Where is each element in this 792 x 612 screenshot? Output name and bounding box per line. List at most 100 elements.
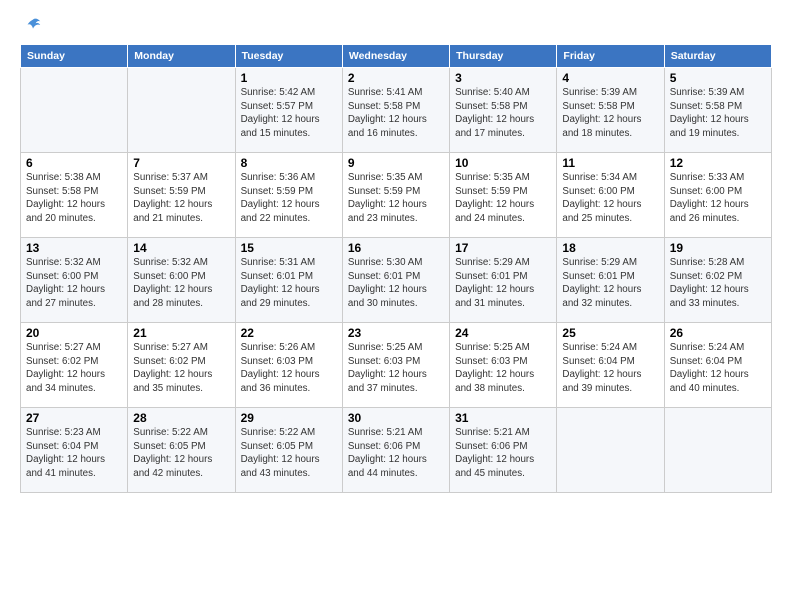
calendar-week-row: 6 Sunrise: 5:38 AMSunset: 5:58 PMDayligh… xyxy=(21,153,772,238)
calendar-day-cell: 9 Sunrise: 5:35 AMSunset: 5:59 PMDayligh… xyxy=(342,153,449,238)
day-number: 15 xyxy=(241,241,337,255)
day-info: Sunrise: 5:35 AMSunset: 5:59 PMDaylight:… xyxy=(348,172,427,224)
calendar-day-cell: 17 Sunrise: 5:29 AMSunset: 6:01 PMDaylig… xyxy=(450,238,557,323)
logo xyxy=(20,16,44,34)
calendar-day-cell: 31 Sunrise: 5:21 AMSunset: 6:06 PMDaylig… xyxy=(450,408,557,493)
calendar-day-cell: 5 Sunrise: 5:39 AMSunset: 5:58 PMDayligh… xyxy=(664,68,771,153)
logo-bird-icon xyxy=(24,16,42,34)
calendar-day-cell: 3 Sunrise: 5:40 AMSunset: 5:58 PMDayligh… xyxy=(450,68,557,153)
day-number: 29 xyxy=(241,411,337,425)
calendar-day-cell: 18 Sunrise: 5:29 AMSunset: 6:01 PMDaylig… xyxy=(557,238,664,323)
calendar-day-cell: 1 Sunrise: 5:42 AMSunset: 5:57 PMDayligh… xyxy=(235,68,342,153)
day-number: 21 xyxy=(133,326,229,340)
day-info: Sunrise: 5:24 AMSunset: 6:04 PMDaylight:… xyxy=(670,342,749,394)
calendar-day-cell xyxy=(557,408,664,493)
day-number: 5 xyxy=(670,71,766,85)
day-info: Sunrise: 5:39 AMSunset: 5:58 PMDaylight:… xyxy=(562,87,641,139)
calendar-day-cell: 8 Sunrise: 5:36 AMSunset: 5:59 PMDayligh… xyxy=(235,153,342,238)
calendar-day-cell: 24 Sunrise: 5:25 AMSunset: 6:03 PMDaylig… xyxy=(450,323,557,408)
day-number: 14 xyxy=(133,241,229,255)
day-info: Sunrise: 5:23 AMSunset: 6:04 PMDaylight:… xyxy=(26,427,105,479)
weekday-header: Tuesday xyxy=(235,45,342,68)
day-info: Sunrise: 5:29 AMSunset: 6:01 PMDaylight:… xyxy=(562,257,641,309)
calendar-header-row: SundayMondayTuesdayWednesdayThursdayFrid… xyxy=(21,45,772,68)
day-info: Sunrise: 5:37 AMSunset: 5:59 PMDaylight:… xyxy=(133,172,212,224)
day-info: Sunrise: 5:28 AMSunset: 6:02 PMDaylight:… xyxy=(670,257,749,309)
day-info: Sunrise: 5:38 AMSunset: 5:58 PMDaylight:… xyxy=(26,172,105,224)
day-number: 1 xyxy=(241,71,337,85)
weekday-header: Saturday xyxy=(664,45,771,68)
calendar-day-cell: 27 Sunrise: 5:23 AMSunset: 6:04 PMDaylig… xyxy=(21,408,128,493)
calendar-week-row: 27 Sunrise: 5:23 AMSunset: 6:04 PMDaylig… xyxy=(21,408,772,493)
day-info: Sunrise: 5:32 AMSunset: 6:00 PMDaylight:… xyxy=(133,257,212,309)
day-info: Sunrise: 5:25 AMSunset: 6:03 PMDaylight:… xyxy=(348,342,427,394)
day-info: Sunrise: 5:26 AMSunset: 6:03 PMDaylight:… xyxy=(241,342,320,394)
day-number: 20 xyxy=(26,326,122,340)
calendar-day-cell: 19 Sunrise: 5:28 AMSunset: 6:02 PMDaylig… xyxy=(664,238,771,323)
calendar-day-cell xyxy=(128,68,235,153)
day-number: 7 xyxy=(133,156,229,170)
calendar-day-cell: 4 Sunrise: 5:39 AMSunset: 5:58 PMDayligh… xyxy=(557,68,664,153)
calendar-day-cell: 10 Sunrise: 5:35 AMSunset: 5:59 PMDaylig… xyxy=(450,153,557,238)
day-number: 25 xyxy=(562,326,658,340)
day-info: Sunrise: 5:40 AMSunset: 5:58 PMDaylight:… xyxy=(455,87,534,139)
day-number: 27 xyxy=(26,411,122,425)
day-info: Sunrise: 5:21 AMSunset: 6:06 PMDaylight:… xyxy=(348,427,427,479)
day-number: 11 xyxy=(562,156,658,170)
day-number: 19 xyxy=(670,241,766,255)
calendar-day-cell: 16 Sunrise: 5:30 AMSunset: 6:01 PMDaylig… xyxy=(342,238,449,323)
weekday-header: Wednesday xyxy=(342,45,449,68)
day-info: Sunrise: 5:22 AMSunset: 6:05 PMDaylight:… xyxy=(241,427,320,479)
calendar-day-cell: 21 Sunrise: 5:27 AMSunset: 6:02 PMDaylig… xyxy=(128,323,235,408)
day-number: 31 xyxy=(455,411,551,425)
day-number: 2 xyxy=(348,71,444,85)
calendar-week-row: 20 Sunrise: 5:27 AMSunset: 6:02 PMDaylig… xyxy=(21,323,772,408)
day-info: Sunrise: 5:41 AMSunset: 5:58 PMDaylight:… xyxy=(348,87,427,139)
calendar-day-cell: 11 Sunrise: 5:34 AMSunset: 6:00 PMDaylig… xyxy=(557,153,664,238)
calendar-day-cell: 28 Sunrise: 5:22 AMSunset: 6:05 PMDaylig… xyxy=(128,408,235,493)
day-info: Sunrise: 5:21 AMSunset: 6:06 PMDaylight:… xyxy=(455,427,534,479)
day-info: Sunrise: 5:42 AMSunset: 5:57 PMDaylight:… xyxy=(241,87,320,139)
day-number: 4 xyxy=(562,71,658,85)
calendar-day-cell: 13 Sunrise: 5:32 AMSunset: 6:00 PMDaylig… xyxy=(21,238,128,323)
calendar-day-cell: 29 Sunrise: 5:22 AMSunset: 6:05 PMDaylig… xyxy=(235,408,342,493)
calendar-day-cell: 6 Sunrise: 5:38 AMSunset: 5:58 PMDayligh… xyxy=(21,153,128,238)
day-number: 24 xyxy=(455,326,551,340)
day-number: 17 xyxy=(455,241,551,255)
calendar-day-cell: 2 Sunrise: 5:41 AMSunset: 5:58 PMDayligh… xyxy=(342,68,449,153)
day-info: Sunrise: 5:22 AMSunset: 6:05 PMDaylight:… xyxy=(133,427,212,479)
day-info: Sunrise: 5:24 AMSunset: 6:04 PMDaylight:… xyxy=(562,342,641,394)
day-info: Sunrise: 5:30 AMSunset: 6:01 PMDaylight:… xyxy=(348,257,427,309)
day-number: 22 xyxy=(241,326,337,340)
calendar-day-cell: 22 Sunrise: 5:26 AMSunset: 6:03 PMDaylig… xyxy=(235,323,342,408)
day-info: Sunrise: 5:36 AMSunset: 5:59 PMDaylight:… xyxy=(241,172,320,224)
day-number: 12 xyxy=(670,156,766,170)
day-number: 26 xyxy=(670,326,766,340)
calendar-day-cell: 23 Sunrise: 5:25 AMSunset: 6:03 PMDaylig… xyxy=(342,323,449,408)
weekday-header: Monday xyxy=(128,45,235,68)
day-number: 9 xyxy=(348,156,444,170)
header xyxy=(20,16,772,34)
calendar-day-cell: 12 Sunrise: 5:33 AMSunset: 6:00 PMDaylig… xyxy=(664,153,771,238)
weekday-header: Friday xyxy=(557,45,664,68)
calendar-week-row: 1 Sunrise: 5:42 AMSunset: 5:57 PMDayligh… xyxy=(21,68,772,153)
day-info: Sunrise: 5:34 AMSunset: 6:00 PMDaylight:… xyxy=(562,172,641,224)
day-number: 30 xyxy=(348,411,444,425)
calendar-day-cell: 30 Sunrise: 5:21 AMSunset: 6:06 PMDaylig… xyxy=(342,408,449,493)
calendar-day-cell xyxy=(664,408,771,493)
day-info: Sunrise: 5:31 AMSunset: 6:01 PMDaylight:… xyxy=(241,257,320,309)
calendar-week-row: 13 Sunrise: 5:32 AMSunset: 6:00 PMDaylig… xyxy=(21,238,772,323)
day-number: 10 xyxy=(455,156,551,170)
weekday-header: Thursday xyxy=(450,45,557,68)
page-container: SundayMondayTuesdayWednesdayThursdayFrid… xyxy=(0,0,792,612)
calendar-day-cell: 7 Sunrise: 5:37 AMSunset: 5:59 PMDayligh… xyxy=(128,153,235,238)
calendar-day-cell xyxy=(21,68,128,153)
day-info: Sunrise: 5:35 AMSunset: 5:59 PMDaylight:… xyxy=(455,172,534,224)
day-info: Sunrise: 5:33 AMSunset: 6:00 PMDaylight:… xyxy=(670,172,749,224)
day-number: 23 xyxy=(348,326,444,340)
day-number: 18 xyxy=(562,241,658,255)
day-info: Sunrise: 5:27 AMSunset: 6:02 PMDaylight:… xyxy=(133,342,212,394)
calendar-day-cell: 20 Sunrise: 5:27 AMSunset: 6:02 PMDaylig… xyxy=(21,323,128,408)
day-number: 13 xyxy=(26,241,122,255)
day-number: 3 xyxy=(455,71,551,85)
